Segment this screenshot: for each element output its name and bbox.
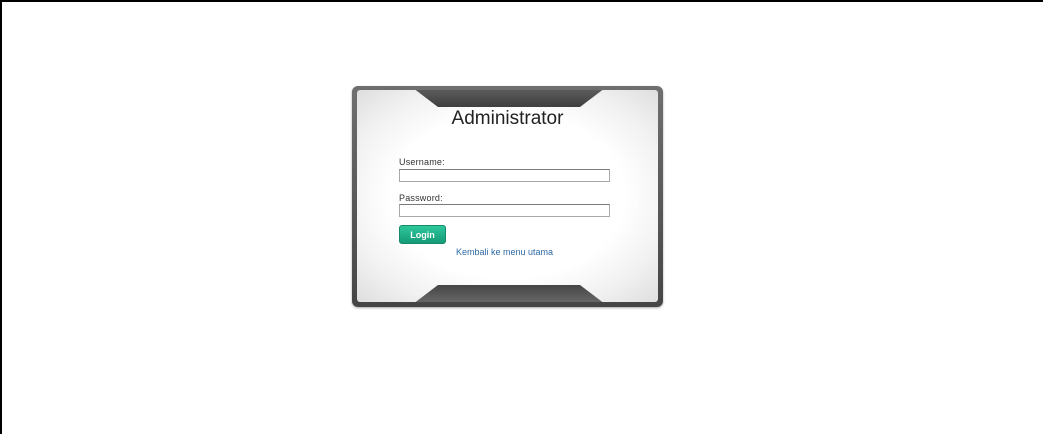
back-to-main-menu-link[interactable]: Kembali ke menu utama (456, 247, 553, 257)
login-panel: Administrator Username: Password: Login … (357, 90, 658, 302)
panel-top-decoration (413, 90, 605, 107)
page-viewport: Administrator Username: Password: Login … (0, 0, 1043, 434)
password-input[interactable] (399, 204, 610, 217)
login-box: Administrator Username: Password: Login … (352, 86, 663, 307)
login-title: Administrator (451, 108, 564, 129)
password-label: Password: (399, 193, 443, 203)
username-input[interactable] (399, 169, 610, 182)
username-label: Username: (399, 157, 445, 167)
login-button[interactable]: Login (399, 225, 446, 244)
panel-bottom-decoration (413, 285, 605, 302)
